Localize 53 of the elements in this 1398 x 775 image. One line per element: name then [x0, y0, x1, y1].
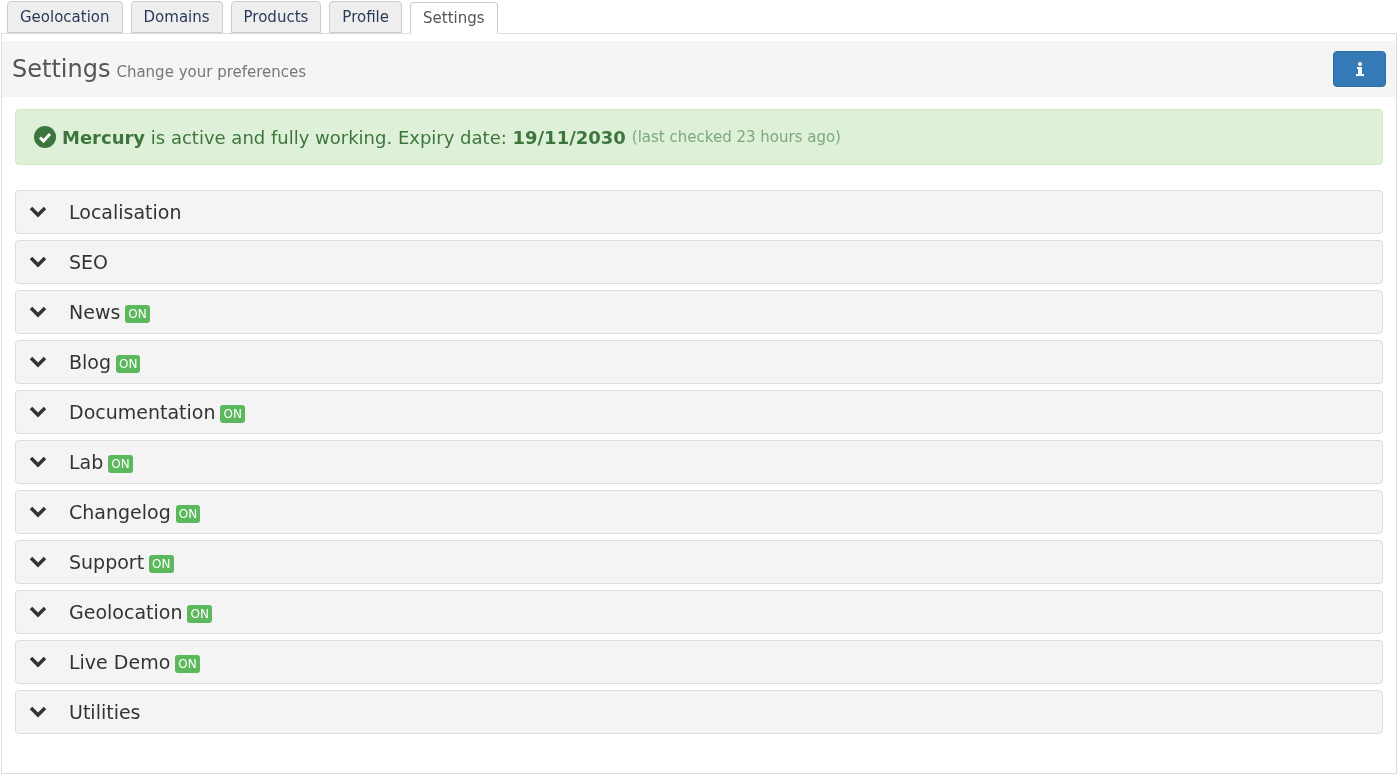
on-badge: ON	[149, 555, 174, 573]
tab[interactable]: Products	[230, 1, 322, 33]
accordion-header[interactable]: Live Demo ON	[15, 640, 1383, 684]
accordion-header[interactable]: Lab ON	[15, 440, 1383, 484]
accordion-header[interactable]: Blog ON	[15, 340, 1383, 384]
on-badge: ON	[116, 355, 141, 373]
accordion-header[interactable]: SEO	[15, 240, 1383, 284]
section-title: Geolocation	[69, 599, 183, 625]
on-badge: ON	[187, 605, 212, 623]
tab[interactable]: Profile	[329, 1, 402, 33]
tab[interactable]: Domains	[130, 1, 223, 33]
accordion-header[interactable]: Support ON	[15, 540, 1383, 584]
chevron-icon	[29, 506, 47, 518]
section-title: SEO	[69, 249, 109, 275]
section-title: Localisation	[69, 199, 182, 225]
page-title: Settings	[12, 54, 111, 85]
tab[interactable]: Settings	[410, 2, 498, 34]
chevron-icon	[29, 606, 47, 618]
last-checked-note: (last checked 23 hours ago)	[631, 126, 841, 148]
accordion-header[interactable]: Documentation ON	[15, 390, 1383, 434]
chevron-icon	[29, 456, 47, 468]
chevron-icon	[29, 556, 47, 568]
tab[interactable]: Geolocation	[7, 1, 123, 33]
chevron-icon	[29, 656, 47, 668]
page-subtitle: Change your preferences	[116, 62, 307, 83]
section-title: Lab	[69, 449, 104, 475]
chevron-icon	[29, 356, 47, 368]
chevron-icon	[29, 206, 47, 218]
accordion-header[interactable]: News ON	[15, 290, 1383, 334]
chevron-icon	[29, 706, 47, 718]
chevron-icon	[29, 406, 47, 418]
on-badge: ON	[220, 405, 245, 423]
info-button[interactable]	[1333, 51, 1386, 87]
section-title: News	[69, 299, 121, 325]
accordion-header[interactable]: Changelog ON	[15, 490, 1383, 534]
accordion-header[interactable]: Geolocation ON	[15, 590, 1383, 634]
section-title: Documentation	[69, 399, 216, 425]
status-message: Mercury is active and fully working. Expiry date: 19/11/2030	[62, 125, 626, 150]
section-title: Live Demo	[69, 649, 171, 675]
on-badge: ON	[175, 655, 200, 673]
section-title: Utilities	[69, 699, 141, 725]
accordion-header[interactable]: Localisation	[15, 190, 1383, 234]
chevron-icon	[29, 306, 47, 318]
check-circle-icon	[34, 126, 56, 148]
accordion-header[interactable]: Utilities	[15, 690, 1383, 734]
on-badge: ON	[175, 505, 201, 523]
section-title: Support	[69, 549, 145, 575]
chevron-icon	[29, 256, 47, 268]
on-badge: ON	[125, 305, 150, 323]
section-title: Changelog	[69, 499, 171, 525]
info-icon	[1355, 62, 1364, 76]
on-badge: ON	[108, 455, 133, 473]
section-title: Blog	[69, 349, 111, 375]
